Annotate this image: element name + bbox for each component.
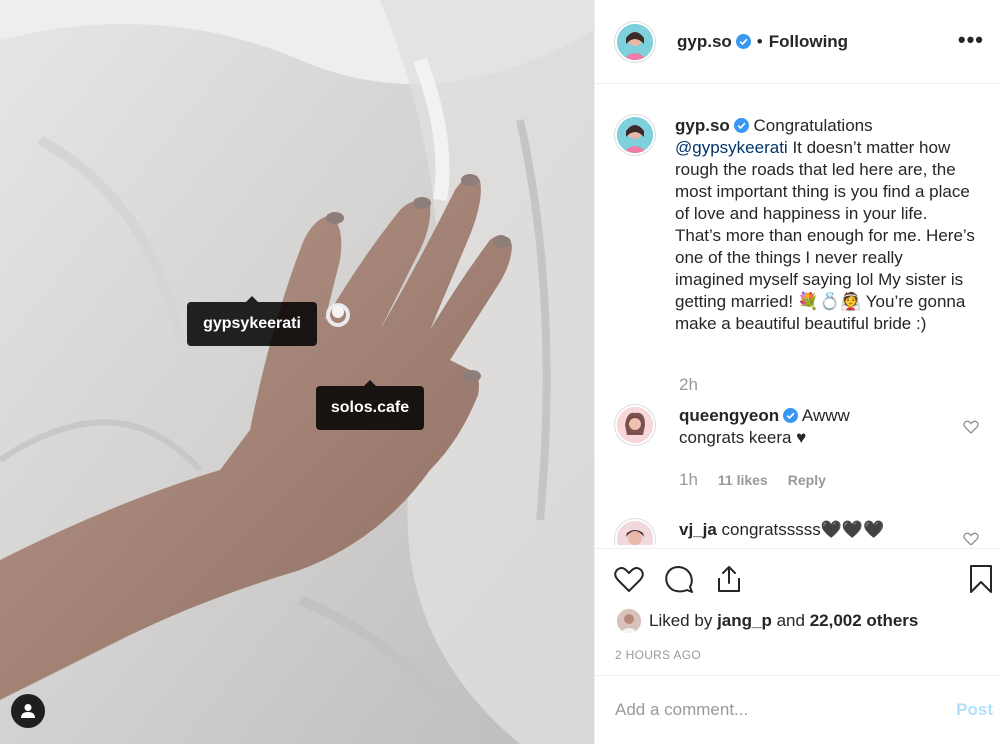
verified-badge-icon	[735, 34, 751, 49]
avatar-image	[617, 117, 653, 153]
more-options-icon[interactable]: •••	[958, 29, 984, 51]
comment-input[interactable]	[615, 698, 935, 722]
separator-dot: •	[756, 31, 763, 51]
photo-image	[0, 0, 594, 744]
post-button[interactable]: Post	[956, 700, 993, 720]
post-actions: Liked by jang_p and 22,002 others 2 HOUR…	[595, 548, 1000, 674]
likes-user-link[interactable]: jang_p	[717, 611, 772, 631]
comment-item: queengyeon Awww congrats keera ♥	[615, 405, 919, 449]
comment-text: queengyeon Awww congrats keera ♥	[679, 405, 919, 449]
comment-likes-count[interactable]: 11 likes	[718, 472, 768, 488]
caption-avatar[interactable]	[615, 115, 655, 155]
likes-others-link[interactable]: 22,002 others	[810, 611, 919, 631]
post-header: gyp.so • Following •••	[595, 0, 1000, 84]
share-icon[interactable]	[713, 563, 745, 595]
person-icon	[21, 704, 35, 718]
header-username[interactable]: gyp.so	[677, 32, 732, 52]
comment-item: vj_ja congratsssss🖤🖤🖤	[615, 519, 919, 545]
tagged-users-button[interactable]	[11, 694, 45, 728]
comment-username[interactable]: queengyeon	[679, 406, 779, 425]
comment-text: vj_ja congratsssss🖤🖤🖤	[679, 519, 919, 545]
caption-text: gyp.so Congratulations @gypsykeerati It …	[675, 115, 975, 335]
caption-text-after: It doesn’t matter how rough the roads th…	[675, 138, 975, 333]
verified-badge-icon	[733, 118, 749, 133]
liker-avatar[interactable]	[617, 609, 641, 633]
avatar[interactable]	[615, 21, 655, 62]
comment-bubble-icon[interactable]	[663, 563, 695, 595]
add-comment-bar: Post	[595, 675, 1000, 744]
caption-username[interactable]: gyp.so	[675, 116, 730, 135]
comment-username[interactable]: vj_ja	[679, 520, 717, 539]
comment-avatar[interactable]	[615, 519, 655, 545]
likes-conj: and	[776, 611, 805, 630]
following-button[interactable]: Following	[769, 32, 848, 52]
avatar-image	[617, 23, 653, 60]
like-comment-heart-icon[interactable]	[963, 419, 979, 435]
caption-text-before: Congratulations	[753, 116, 873, 135]
save-bookmark-icon[interactable]	[965, 563, 997, 595]
like-heart-icon[interactable]	[613, 563, 645, 595]
caption-timestamp[interactable]: 2h	[679, 375, 698, 395]
comment-body: congratsssss🖤🖤🖤	[721, 520, 885, 539]
user-tag-solos-cafe[interactable]: solos.cafe	[316, 380, 424, 430]
user-tag-gypsykeerati[interactable]: gypsykeerati	[187, 296, 317, 346]
like-comment-heart-icon[interactable]	[963, 531, 979, 545]
comments-list[interactable]: gyp.so Congratulations @gypsykeerati It …	[595, 85, 1000, 545]
comment-meta: 1h 11 likes Reply	[679, 470, 826, 490]
comment-time[interactable]: 1h	[679, 470, 698, 490]
avatar-image	[617, 609, 641, 633]
likes-prefix: Liked by	[649, 611, 713, 630]
reply-button[interactable]: Reply	[788, 472, 826, 488]
avatar-image	[617, 407, 653, 443]
comment-avatar[interactable]	[615, 405, 655, 445]
avatar-image	[617, 521, 653, 545]
post-timestamp[interactable]: 2 HOURS AGO	[615, 648, 701, 662]
likes-summary: Liked by jang_p and 22,002 others	[617, 609, 918, 633]
caption-mention-link[interactable]: @gypsykeerati	[675, 138, 788, 157]
post-photo[interactable]: gypsykeerati solos.cafe	[0, 0, 594, 744]
verified-badge-icon	[783, 408, 799, 423]
post-caption: gyp.so Congratulations @gypsykeerati It …	[615, 115, 975, 335]
post-side-panel: gyp.so • Following ••• gyp.so Congratula…	[594, 0, 1000, 744]
